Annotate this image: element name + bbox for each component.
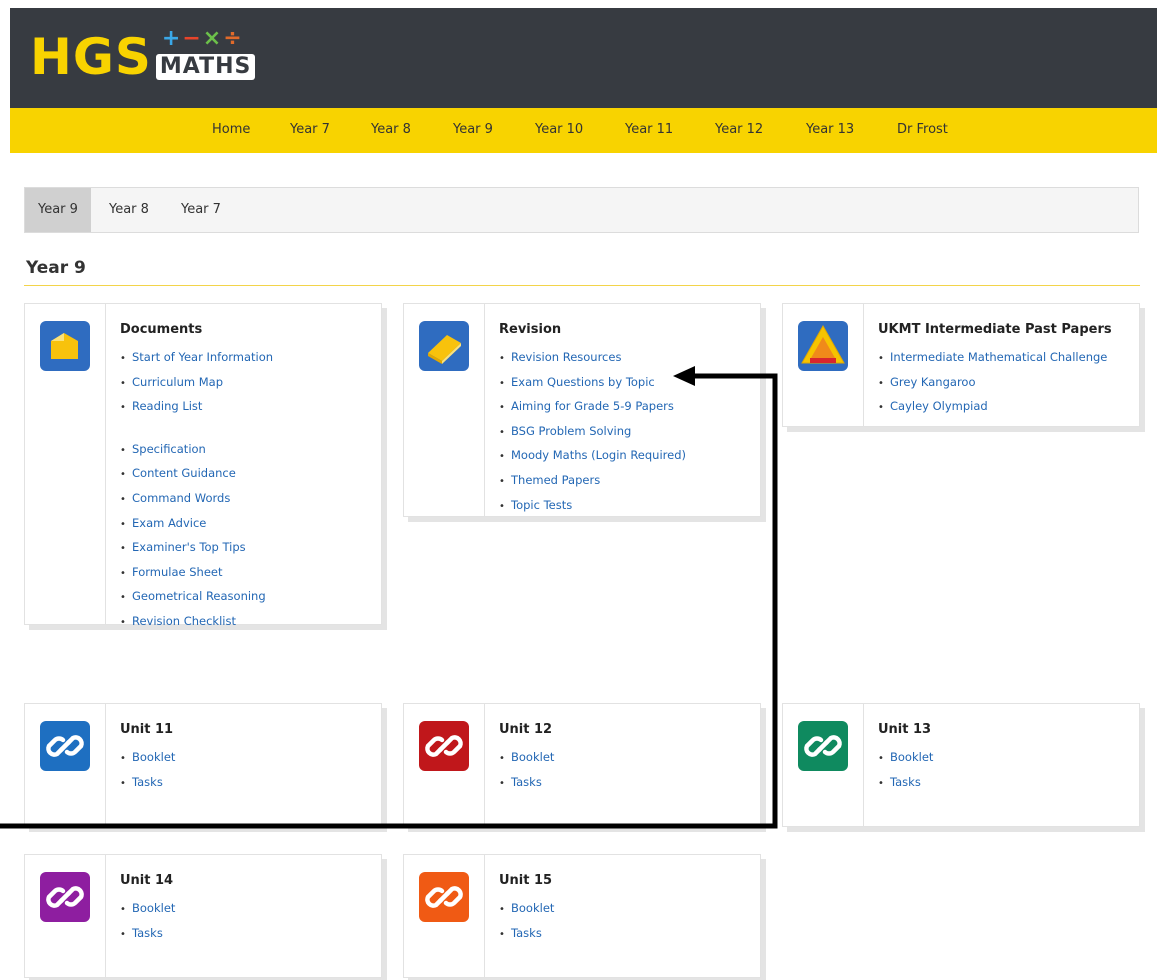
card-icon-column — [404, 855, 485, 977]
logo-maths-block: +−×÷ MATHS — [155, 26, 286, 82]
link-intermediate-mathematical-challenge[interactable]: Intermediate Mathematical Challenge — [878, 346, 1107, 371]
title-divider — [24, 285, 1140, 286]
link-booklet[interactable]: Booklet — [499, 746, 554, 771]
link-start-of-year-information[interactable]: Start of Year Information — [120, 346, 273, 371]
nav-year-11[interactable]: Year 11 — [625, 122, 673, 137]
logo-hgs-text: HGS — [30, 28, 152, 86]
card-title: Documents — [120, 322, 203, 337]
unit-links: Booklet Tasks — [120, 746, 175, 795]
link-cayley-olympiad[interactable]: Cayley Olympiad — [878, 395, 1107, 420]
card-unit-12: Unit 12 Booklet Tasks — [403, 703, 761, 827]
link-icon — [419, 721, 469, 771]
link-icon — [419, 872, 469, 922]
nav-year-13[interactable]: Year 13 — [806, 122, 854, 137]
link-booklet[interactable]: Booklet — [120, 897, 175, 922]
documents-icon — [40, 321, 90, 371]
card-unit-14: Unit 14 Booklet Tasks — [24, 854, 382, 978]
link-specification[interactable]: Specification — [120, 438, 273, 463]
card-unit-13: Unit 13 Booklet Tasks — [782, 703, 1140, 827]
link-geometrical-reasoning[interactable]: Geometrical Reasoning — [120, 585, 273, 610]
page-title: Year 9 — [26, 258, 86, 278]
link-formulae-sheet[interactable]: Formulae Sheet — [120, 561, 273, 586]
card-title: Unit 15 — [499, 873, 553, 888]
card-ukmt: UKMT Intermediate Past Papers Intermedia… — [782, 303, 1140, 427]
link-exam-advice[interactable]: Exam Advice — [120, 512, 273, 537]
link-content-guidance[interactable]: Content Guidance — [120, 462, 273, 487]
link-icon — [798, 721, 848, 771]
list-spacer — [120, 420, 273, 438]
card-unit-11: Unit 11 Booklet Tasks — [24, 703, 382, 827]
nav-year-12[interactable]: Year 12 — [715, 122, 763, 137]
link-reading-list[interactable]: Reading List — [120, 395, 273, 420]
link-booklet[interactable]: Booklet — [878, 746, 933, 771]
revision-links: Revision Resources Exam Questions by Top… — [499, 346, 686, 518]
year-tabs: Year 9 Year 8 Year 7 — [24, 187, 1139, 233]
tab-year-9[interactable]: Year 9 — [25, 188, 91, 232]
unit-links: Booklet Tasks — [120, 897, 175, 946]
link-examiners-top-tips[interactable]: Examiner's Top Tips — [120, 536, 273, 561]
link-booklet[interactable]: Booklet — [120, 746, 175, 771]
unit-links: Booklet Tasks — [499, 746, 554, 795]
nav-home[interactable]: Home — [212, 122, 250, 137]
card-documents: Documents Start of Year Information Curr… — [24, 303, 382, 628]
card-revision: Revision Revision Resources Exam Questio… — [403, 303, 761, 517]
card-title: Unit 12 — [499, 722, 553, 737]
link-tasks[interactable]: Tasks — [499, 771, 554, 796]
link-booklet[interactable]: Booklet — [499, 897, 554, 922]
unit-links: Booklet Tasks — [878, 746, 933, 795]
nav-year-10[interactable]: Year 10 — [535, 122, 583, 137]
link-icon — [40, 872, 90, 922]
link-bsg-problem-solving[interactable]: BSG Problem Solving — [499, 420, 686, 445]
card-icon-column — [25, 304, 106, 624]
link-tasks[interactable]: Tasks — [499, 922, 554, 947]
card-icon-column — [783, 304, 864, 426]
card-icon-column — [25, 704, 106, 826]
nav-year-7[interactable]: Year 7 — [290, 122, 330, 137]
link-command-words[interactable]: Command Words — [120, 487, 273, 512]
link-grey-kangaroo[interactable]: Grey Kangaroo — [878, 371, 1107, 396]
link-icon — [40, 721, 90, 771]
link-topic-tests[interactable]: Topic Tests — [499, 494, 686, 519]
card-icon-column — [25, 855, 106, 977]
card-title: Unit 11 — [120, 722, 174, 737]
documents-links: Start of Year Information Curriculum Map… — [120, 346, 273, 635]
nav-dr-frost[interactable]: Dr Frost — [897, 122, 948, 137]
site-logo[interactable]: HGS +−×÷ MATHS — [30, 22, 286, 82]
unit-links: Booklet Tasks — [499, 897, 554, 946]
link-tasks[interactable]: Tasks — [120, 771, 175, 796]
tab-year-7[interactable]: Year 7 — [168, 188, 234, 232]
site-header: HGS +−×÷ MATHS — [10, 8, 1157, 108]
card-title: Unit 14 — [120, 873, 174, 888]
card-icon-column — [404, 704, 485, 826]
card-icon-column — [783, 704, 864, 826]
nav-year-9[interactable]: Year 9 — [453, 122, 493, 137]
link-exam-questions-by-topic[interactable]: Exam Questions by Topic — [499, 371, 686, 396]
card-title: UKMT Intermediate Past Papers — [878, 322, 1112, 337]
card-title: Revision — [499, 322, 562, 337]
nav-year-8[interactable]: Year 8 — [371, 122, 411, 137]
ukmt-logo-icon — [798, 321, 848, 371]
link-revision-checklist[interactable]: Revision Checklist — [120, 610, 273, 635]
link-revision-resources[interactable]: Revision Resources — [499, 346, 686, 371]
ukmt-links: Intermediate Mathematical Challenge Grey… — [878, 346, 1107, 420]
card-title: Unit 13 — [878, 722, 932, 737]
main-nav: Home Year 7 Year 8 Year 9 Year 10 Year 1… — [10, 108, 1157, 153]
card-unit-15: Unit 15 Booklet Tasks — [403, 854, 761, 978]
book-icon — [419, 321, 469, 371]
link-moody-maths[interactable]: Moody Maths (Login Required) — [499, 444, 686, 469]
link-tasks[interactable]: Tasks — [878, 771, 933, 796]
card-icon-column — [404, 304, 485, 516]
logo-operators: +−×÷ — [161, 26, 244, 51]
link-tasks[interactable]: Tasks — [120, 922, 175, 947]
link-themed-papers[interactable]: Themed Papers — [499, 469, 686, 494]
link-curriculum-map[interactable]: Curriculum Map — [120, 371, 273, 396]
link-aiming-for-grade-5-9[interactable]: Aiming for Grade 5-9 Papers — [499, 395, 686, 420]
logo-maths-text: MATHS — [155, 54, 256, 80]
tab-year-8[interactable]: Year 8 — [96, 188, 162, 232]
